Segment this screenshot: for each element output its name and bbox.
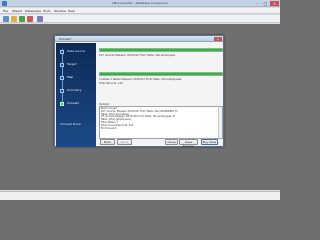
step-data-source[interactable]: Data source [60,49,94,54]
app-title: DB Converter - Database Conversion [112,1,168,5]
new-icon[interactable] [3,16,9,22]
step-icon [60,102,64,106]
step-label: Data source [67,49,86,53]
menu-help[interactable]: Help [68,8,75,14]
step-label: Convert [67,101,79,105]
dialog-content: 107 records Elapsed: 00:00:01 From Table… [99,44,223,139]
statusbar [0,191,280,200]
step-icon [60,76,64,80]
toolbar [0,15,280,23]
menu-wizard[interactable]: Wizard [12,8,22,14]
step-label: Summary [67,88,82,92]
app-window: DB Converter - Database Conversion – □ ×… [0,0,280,200]
dialog-close-button[interactable]: × [214,37,222,41]
menu-window[interactable]: Window [54,8,66,14]
close-window-button[interactable]: × [270,1,279,6]
step-icon [60,63,64,67]
menu-file[interactable]: File [3,8,8,14]
menubar: File Wizard Databases Tools Window Help [0,8,280,14]
close-button[interactable]: Close [165,139,178,145]
back-button[interactable]: Back [100,139,115,145]
record-progress-text: 107 records Elapsed: 00:00:01 From Table… [99,54,176,57]
maximize-button[interactable]: □ [262,1,269,6]
convert-done-label: Convert Done [60,122,81,126]
app-titlebar: DB Converter - Database Conversion – □ × [0,0,280,7]
output-scrollbar[interactable] [218,107,222,138]
step-label: Map [67,75,74,79]
next-button[interactable]: Next [117,139,132,145]
step-target[interactable]: Target [60,62,94,67]
dialog-titlebar: Convert × [55,36,223,42]
step-label: Target [67,62,77,66]
step-map[interactable]: Map [60,75,94,80]
open-icon[interactable] [11,16,17,22]
app-icon [2,1,7,6]
step-icon [60,50,64,54]
buy-now-button[interactable]: Buy Now [201,139,218,145]
table-progress-text: 2 tables 2 tables Elapsed: 00:00:01 From… [99,78,182,81]
save-session-button[interactable]: Save Session [179,139,198,148]
table-progress-bar [99,72,223,76]
step-summary[interactable]: Summary [60,88,94,93]
wizard-steps-panel: Data source Target Map Summary Convert C… [56,43,96,147]
minimize-button[interactable]: – [254,1,261,6]
convert-icon[interactable] [19,16,25,22]
convert-dialog: Convert × Data source Target Map Summary [54,35,224,148]
total-records-text: Total Records: 132 [99,82,123,85]
menu-tools[interactable]: Tools [43,8,50,14]
dialog-title: Convert [59,37,71,41]
step-icon [60,89,64,93]
record-progress-fill [100,49,222,51]
table-progress-fill [100,73,222,75]
settings-icon[interactable] [37,16,43,22]
step-convert[interactable]: Convert [60,101,94,106]
output-line: End Convert [101,126,116,130]
stop-icon[interactable] [27,16,33,22]
menu-databases[interactable]: Databases [25,8,41,14]
record-progress-bar [99,48,223,52]
output-log[interactable]: Start Convert 107 records, Elapsed: 00:0… [99,106,223,139]
